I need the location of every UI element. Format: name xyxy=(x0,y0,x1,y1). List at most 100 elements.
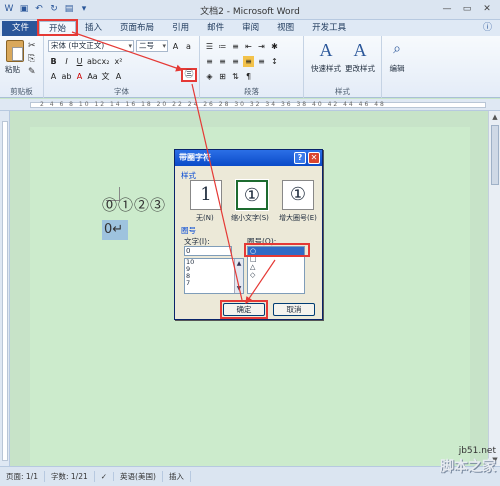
phonetic-icon[interactable]: 文 xyxy=(100,71,111,82)
chinese-layout-icon[interactable]: ✱ xyxy=(269,41,280,52)
change-styles-label: 更改样式 xyxy=(345,64,375,73)
page-count[interactable]: 页面: 1/1 xyxy=(0,471,45,482)
tab-file[interactable]: 文件 xyxy=(2,21,40,36)
style-enlarge-symbol-label: 增大圈号(E) xyxy=(279,214,317,222)
watermark: jb51.net 脚本之家 xyxy=(440,446,496,476)
enclose-characters-dialog: 带圈字符 ? ✕ 样式 1 ① ① 无(N) 缩小文字(S) 增大圈号(E) 圈… xyxy=(174,149,323,320)
subscript-icon[interactable]: x₂ xyxy=(100,56,111,67)
distributed-icon[interactable]: ≡ xyxy=(256,56,267,67)
tab-references[interactable]: 引用 xyxy=(163,21,198,36)
find-icon: ⌕ xyxy=(393,42,401,57)
tab-page-layout[interactable]: 页面布局 xyxy=(111,21,163,36)
shading-icon[interactable]: ◈ xyxy=(204,71,215,82)
cancel-button[interactable]: 取消 xyxy=(273,303,315,316)
tab-insert[interactable]: 插入 xyxy=(76,21,111,36)
styles-group-label: 样式 xyxy=(335,87,350,96)
style-enlarge-symbol-option[interactable]: ① xyxy=(282,180,314,210)
vertical-scrollbar[interactable]: ▲ ▼ xyxy=(488,111,500,466)
circled-numbers-text[interactable]: ⓪①②③ xyxy=(102,194,166,215)
ribbon-tabs: 文件 开始 插入 页面布局 引用 邮件 审阅 视图 开发工具 ⓘ xyxy=(0,19,500,36)
close-button[interactable]: ✕ xyxy=(478,2,496,16)
text-list-scrollbar[interactable]: ▲ ▼ xyxy=(234,259,243,293)
proofing-icon[interactable]: ✓ xyxy=(95,472,115,481)
shrink-font-icon[interactable]: a xyxy=(183,41,194,52)
sort-icon[interactable]: ⇅ xyxy=(230,71,241,82)
style-shrink-text-label: 缩小文字(S) xyxy=(231,214,269,222)
dialog-help-button[interactable]: ? xyxy=(294,152,306,164)
tab-review[interactable]: 审阅 xyxy=(233,21,268,36)
help-icon[interactable]: ⓘ xyxy=(483,21,492,36)
scroll-up-icon[interactable]: ▲ xyxy=(489,111,500,123)
paste-icon[interactable] xyxy=(6,40,24,62)
format-painter-icon[interactable]: ✎ xyxy=(28,67,36,77)
word-count[interactable]: 字数: 1/21 xyxy=(45,471,95,482)
dialog-title-bar[interactable]: 带圈字符 ? ✕ xyxy=(175,150,322,166)
styles-group: A 快速样式 A 更改样式 样式 xyxy=(304,36,382,98)
borders-icon[interactable]: ⊞ xyxy=(217,71,228,82)
change-case-icon[interactable]: Aa xyxy=(87,71,98,82)
style-none-option[interactable]: 1 xyxy=(190,180,222,210)
style-none-label: 无(N) xyxy=(196,214,214,222)
minimize-button[interactable]: — xyxy=(438,2,456,16)
multilevel-list-icon[interactable]: ≡ xyxy=(230,41,241,52)
font-color-icon[interactable]: A xyxy=(74,71,85,82)
decrease-indent-icon[interactable]: ⇤ xyxy=(243,41,254,52)
quick-styles-icon: A xyxy=(319,40,333,60)
align-right-icon[interactable]: ≡ xyxy=(230,56,241,67)
font-name-combo[interactable]: 宋体 (中文正文) xyxy=(48,40,134,52)
show-marks-icon[interactable]: ¶ xyxy=(243,71,254,82)
list-scroll-up-icon[interactable]: ▲ xyxy=(235,259,243,268)
scroll-thumb[interactable] xyxy=(491,125,499,185)
highlight-icon[interactable]: ab xyxy=(61,71,72,82)
bold-icon[interactable]: B xyxy=(48,56,59,67)
text-input[interactable]: 0 xyxy=(184,246,232,256)
justify-icon[interactable]: ≡ xyxy=(243,56,254,67)
tab-developer[interactable]: 开发工具 xyxy=(303,21,355,36)
text-effect-icon[interactable]: A xyxy=(48,71,59,82)
ok-highlight-box xyxy=(220,300,268,319)
strikethrough-icon[interactable]: abc xyxy=(87,56,101,67)
cut-icon[interactable]: ✂ xyxy=(28,41,36,51)
insert-mode[interactable]: 插入 xyxy=(163,471,191,482)
paste-label[interactable]: 粘贴 xyxy=(5,64,20,75)
char-border-icon[interactable]: A xyxy=(113,71,124,82)
grow-font-icon[interactable]: A xyxy=(170,41,181,52)
clipboard-group: 粘贴 ✂ ⎘ ✎ 剪贴板 xyxy=(0,36,44,98)
superscript-icon[interactable]: x² xyxy=(113,56,124,67)
tab-home[interactable]: 开始 xyxy=(37,19,79,36)
copy-icon[interactable]: ⎘ xyxy=(28,54,35,64)
editing-button[interactable]: ⌕ 编辑 xyxy=(382,40,412,74)
paragraph-group: ☰ ≔ ≡ ⇤ ⇥ ✱ ≡ ≡ ≡ ≡ ≡ ↕ ◈ ⊞ ⇅ ¶ 段落 xyxy=(200,36,304,98)
enclose-characters-button[interactable]: ㊂ xyxy=(181,68,197,82)
quick-styles-button[interactable]: A 快速样式 xyxy=(310,40,342,74)
editing-label: 编辑 xyxy=(389,64,405,73)
maximize-button[interactable]: ▭ xyxy=(458,2,476,16)
style-shrink-text-option[interactable]: ① xyxy=(235,179,269,211)
text-listbox[interactable]: 10 9 8 7 ▲ ▼ xyxy=(184,258,244,294)
dialog-close-button[interactable]: ✕ xyxy=(308,152,320,164)
bullets-icon[interactable]: ☰ xyxy=(204,41,215,52)
shape-triangle-item[interactable]: △ xyxy=(248,263,304,271)
selected-text[interactable]: 0↵ xyxy=(102,220,128,240)
clipboard-group-label: 剪贴板 xyxy=(10,87,33,96)
tab-view[interactable]: 视图 xyxy=(268,21,303,36)
center-icon[interactable]: ≡ xyxy=(217,56,228,67)
window-title: 文档2 - Microsoft Word xyxy=(200,7,300,17)
italic-icon[interactable]: I xyxy=(61,56,72,67)
quick-styles-label: 快速样式 xyxy=(311,64,341,73)
shape-diamond-item[interactable]: ◇ xyxy=(248,271,304,279)
numbering-icon[interactable]: ≔ xyxy=(217,41,228,52)
line-spacing-icon[interactable]: ↕ xyxy=(269,56,280,67)
increase-indent-icon[interactable]: ⇥ xyxy=(256,41,267,52)
list-scroll-down-icon[interactable]: ▼ xyxy=(235,284,243,293)
ribbon: 粘贴 ✂ ⎘ ✎ 剪贴板 宋体 (中文正文) 二号 A a B I U abc … xyxy=(0,36,500,98)
font-size-combo[interactable]: 二号 xyxy=(136,40,168,52)
language-indicator[interactable]: 英语(美国) xyxy=(114,471,163,482)
vertical-ruler[interactable] xyxy=(0,111,10,466)
editing-group: ⌕ 编辑 xyxy=(382,36,412,98)
change-styles-button[interactable]: A 更改样式 xyxy=(344,40,376,74)
tab-mailings[interactable]: 邮件 xyxy=(198,21,233,36)
align-left-icon[interactable]: ≡ xyxy=(204,56,215,67)
underline-icon[interactable]: U xyxy=(74,56,85,67)
horizontal-ruler[interactable]: 2 4 6 8 10 12 14 16 18 20 22 24 26 28 30… xyxy=(0,99,500,111)
